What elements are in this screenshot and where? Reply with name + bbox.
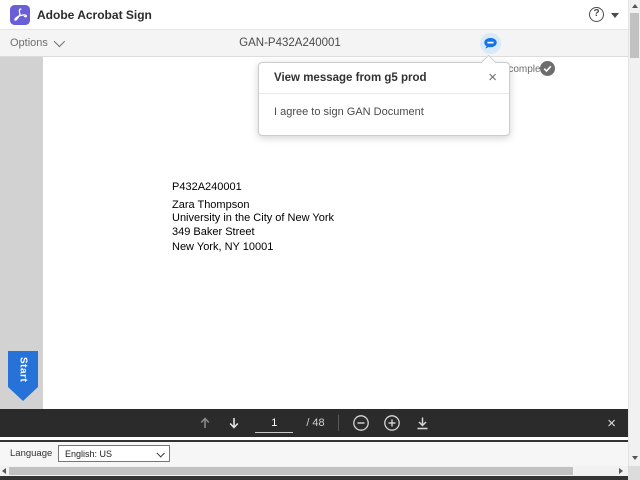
chevron-down-icon	[156, 448, 165, 458]
document-title: GAN-P432A240001	[239, 37, 341, 49]
scroll-left-arrow-icon[interactable]	[2, 468, 6, 474]
recipient-address-block: P432A240001 Zara Thompson University in …	[172, 181, 334, 255]
help-dropdown-caret-icon[interactable]	[611, 13, 619, 18]
download-icon[interactable]	[414, 415, 431, 432]
address-line: Zara Thompson	[172, 198, 250, 211]
chevron-down-icon	[53, 35, 65, 48]
language-label: Language	[10, 448, 53, 459]
pdf-toolbar: / 48 ×	[0, 409, 628, 437]
vertical-scrollbar[interactable]	[628, 0, 640, 466]
address-line: 349 Baker Street	[172, 225, 255, 238]
language-select[interactable]: English: US	[58, 445, 170, 462]
address-line: New York, NY 10001	[172, 241, 274, 253]
zoom-in-icon[interactable]	[383, 414, 401, 432]
horizontal-scrollbar[interactable]	[0, 466, 628, 476]
scroll-up-arrow-icon[interactable]	[632, 4, 638, 8]
address-line: University in the City of New York	[172, 212, 335, 224]
document-nav-bar: Options GAN-P432A240001	[0, 30, 640, 57]
options-menu-button[interactable]: Options	[10, 30, 65, 56]
address-line: P432A240001	[172, 181, 242, 193]
close-icon[interactable]: ×	[488, 68, 497, 88]
acrobat-sign-logo-icon	[10, 5, 30, 25]
options-label: Options	[10, 37, 48, 49]
popover-header: View message from g5 prod ×	[259, 63, 509, 94]
scrollbar-corner	[628, 466, 640, 480]
message-bubble-icon[interactable]	[480, 33, 501, 54]
previous-page-icon[interactable]	[197, 415, 213, 431]
vertical-scrollbar-thumb[interactable]	[630, 13, 639, 58]
horizontal-scrollbar-thumb[interactable]	[9, 467, 573, 475]
page-total-label: / 48	[306, 417, 325, 429]
language-bar: Language English: US	[0, 442, 628, 466]
next-page-icon[interactable]	[226, 415, 242, 431]
check-circle-icon	[540, 61, 555, 76]
language-selected-value: English: US	[65, 448, 113, 459]
scroll-down-arrow-icon[interactable]	[632, 456, 638, 460]
top-app-bar: Adobe Acrobat Sign ?	[0, 0, 640, 30]
window-bottom-edge	[0, 476, 628, 480]
start-tab-label: Start	[17, 357, 29, 383]
popover-title: View message from g5 prod	[274, 72, 427, 84]
help-icon[interactable]: ?	[589, 7, 604, 22]
app-title: Adobe Acrobat Sign	[37, 8, 152, 22]
popover-message: I agree to sign GAN Document	[274, 106, 424, 118]
toolbar-close-icon[interactable]: ×	[607, 409, 616, 437]
page-number-input[interactable]	[255, 413, 294, 433]
zoom-out-icon[interactable]	[352, 414, 370, 432]
toolbar-divider	[337, 415, 339, 431]
scroll-right-arrow-icon[interactable]	[619, 468, 623, 474]
message-popover: View message from g5 prod × I agree to s…	[258, 54, 510, 136]
pdf-toolbar-controls: / 48	[0, 409, 628, 437]
